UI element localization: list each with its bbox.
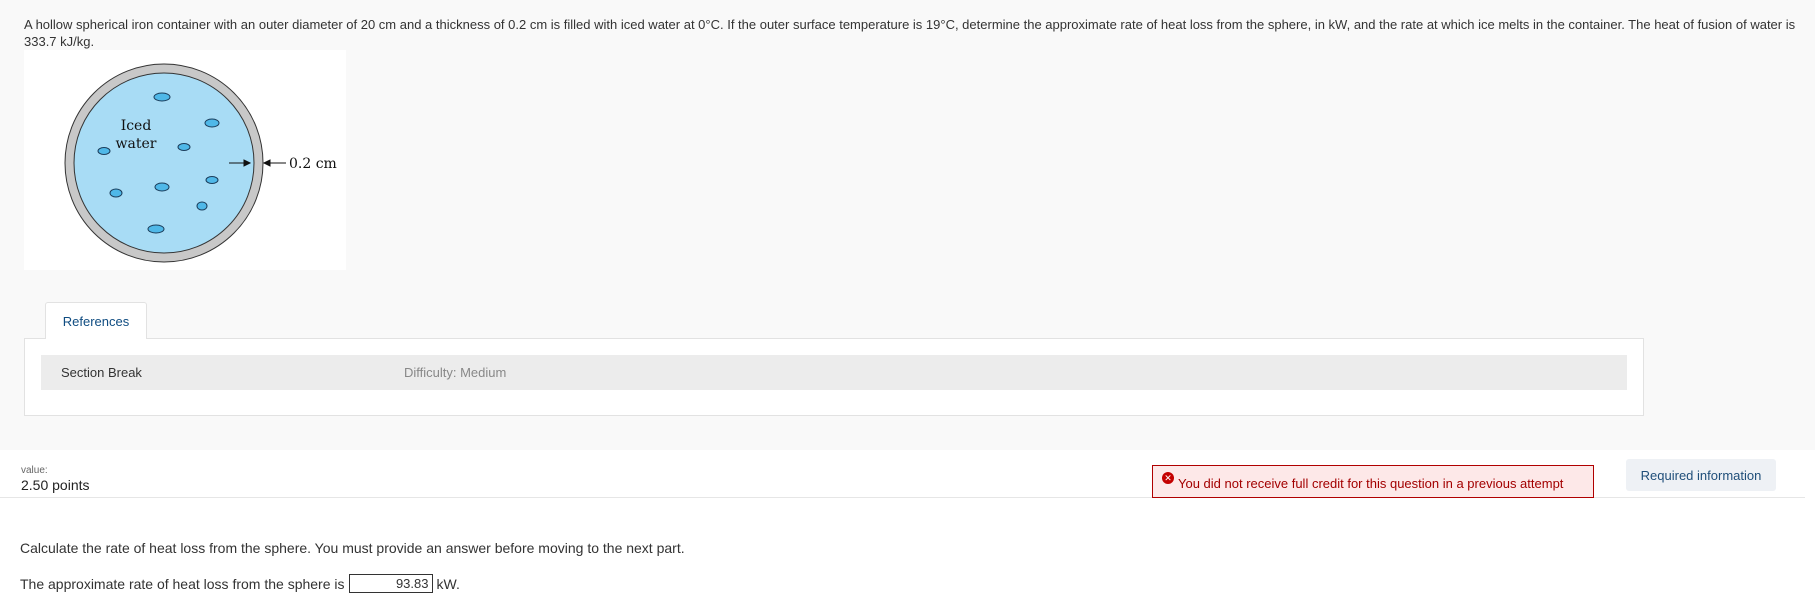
answer-input[interactable]: 93.83 bbox=[348, 574, 433, 593]
points-value: 2.50 points bbox=[21, 477, 90, 493]
error-icon: ✕ bbox=[1162, 472, 1174, 484]
figure-label-iced: Iced bbox=[121, 118, 152, 134]
ice-chunk bbox=[196, 201, 208, 211]
references-tab[interactable]: References bbox=[45, 302, 147, 339]
required-information-button[interactable]: Required information bbox=[1626, 459, 1776, 491]
ice-chunk bbox=[153, 92, 171, 102]
question-instruction: Calculate the rate of heat loss from the… bbox=[20, 540, 685, 556]
ice-chunk bbox=[154, 182, 170, 192]
answer-line: The approximate rate of heat loss from t… bbox=[20, 574, 460, 593]
ice-chunk bbox=[204, 118, 220, 128]
sphere-figure: Iced water 0.2 cm bbox=[24, 50, 346, 270]
answer-prefix: The approximate rate of heat loss from t… bbox=[20, 575, 345, 592]
ice-chunk bbox=[205, 176, 219, 184]
alert-text: You did not receive full credit for this… bbox=[1178, 476, 1564, 491]
problem-statement: A hollow spherical iron container with a… bbox=[24, 17, 1796, 49]
difficulty-label: Difficulty: Medium bbox=[404, 365, 507, 380]
value-label: value: bbox=[21, 465, 48, 476]
answer-unit: kW. bbox=[436, 575, 460, 592]
ice-chunk bbox=[147, 224, 165, 234]
problem-area: A hollow spherical iron container with a… bbox=[0, 0, 1815, 450]
partial-credit-alert: ✕ You did not receive full credit for th… bbox=[1152, 465, 1594, 498]
figure-label-water: water bbox=[116, 136, 157, 152]
references-panel: Section Break Difficulty: Medium bbox=[24, 338, 1644, 416]
ice-chunk bbox=[177, 143, 191, 151]
ice-chunk bbox=[97, 147, 111, 155]
section-break-row: Section Break Difficulty: Medium bbox=[41, 355, 1627, 390]
ice-chunk bbox=[109, 188, 123, 198]
thickness-label: 0.2 cm bbox=[289, 156, 337, 172]
section-break-label: Section Break bbox=[61, 365, 142, 380]
